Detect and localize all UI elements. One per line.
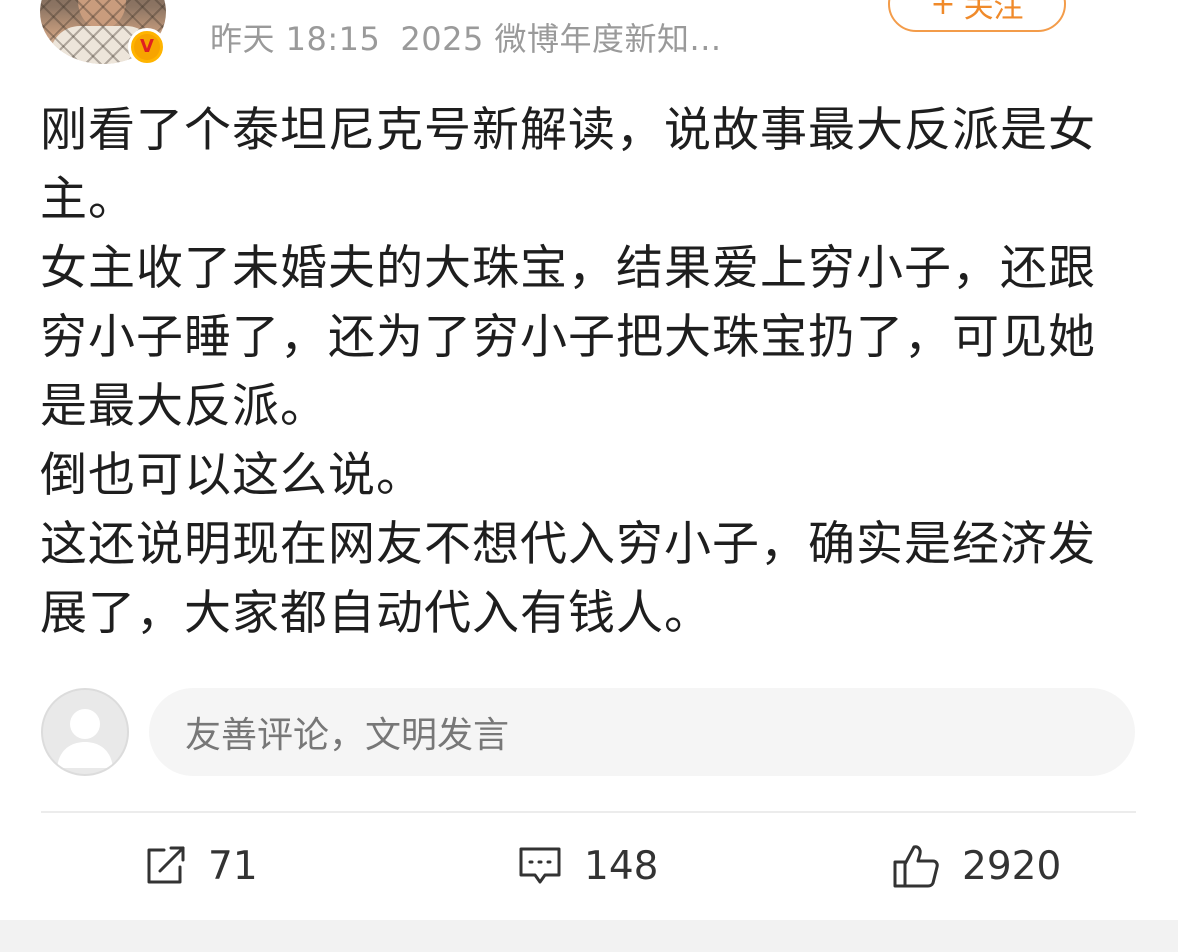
follow-button[interactable]: + 关注 (888, 0, 1066, 32)
post-source[interactable]: 2025 微博年度新知... (400, 20, 721, 58)
divider (41, 811, 1136, 813)
comment-button[interactable]: 148 (518, 838, 658, 894)
comment-count: 148 (584, 843, 659, 889)
verified-badge-inner: V (134, 34, 160, 60)
share-icon (144, 846, 186, 886)
post-timestamp: 昨天 18:15 (210, 20, 381, 58)
thumbs-up-icon (892, 843, 940, 889)
verified-badge-letter: V (140, 36, 154, 57)
verified-badge-icon: V (128, 28, 166, 66)
follow-plus-icon: + (930, 0, 956, 22)
bottom-strip (0, 920, 1178, 952)
post-body: 刚看了个泰坦尼克号新解读，说故事最大反派是女主。 女主收了未婚夫的大珠宝，结果爱… (40, 96, 1136, 648)
post-paragraph: 倒也可以这么说。 (40, 448, 424, 503)
like-button[interactable]: 2920 (892, 838, 1061, 894)
comment-input[interactable]: 友善评论，文明发言 (149, 688, 1135, 776)
post-meta: 昨天 18:15 2025 微博年度新知... (210, 14, 722, 60)
default-avatar-icon (41, 688, 129, 776)
share-count: 71 (208, 843, 258, 889)
comment-icon (518, 845, 562, 887)
post-paragraph: 女主收了未婚夫的大珠宝，结果爱上穷小子，还跟穷小子睡了，还为了穷小子把大珠宝扔了… (40, 241, 1096, 434)
like-count: 2920 (962, 843, 1062, 889)
share-button[interactable]: 71 (144, 838, 258, 894)
comment-placeholder: 友善评论，文明发言 (185, 715, 510, 756)
follow-label: 关注 (963, 0, 1024, 25)
post-paragraph: 这还说明现在网友不想代入穷小子，确实是经济发展了，大家都自动代入有钱人。 (40, 517, 1096, 641)
post-paragraph: 刚看了个泰坦尼克号新解读，说故事最大反派是女主。 (40, 103, 1096, 227)
